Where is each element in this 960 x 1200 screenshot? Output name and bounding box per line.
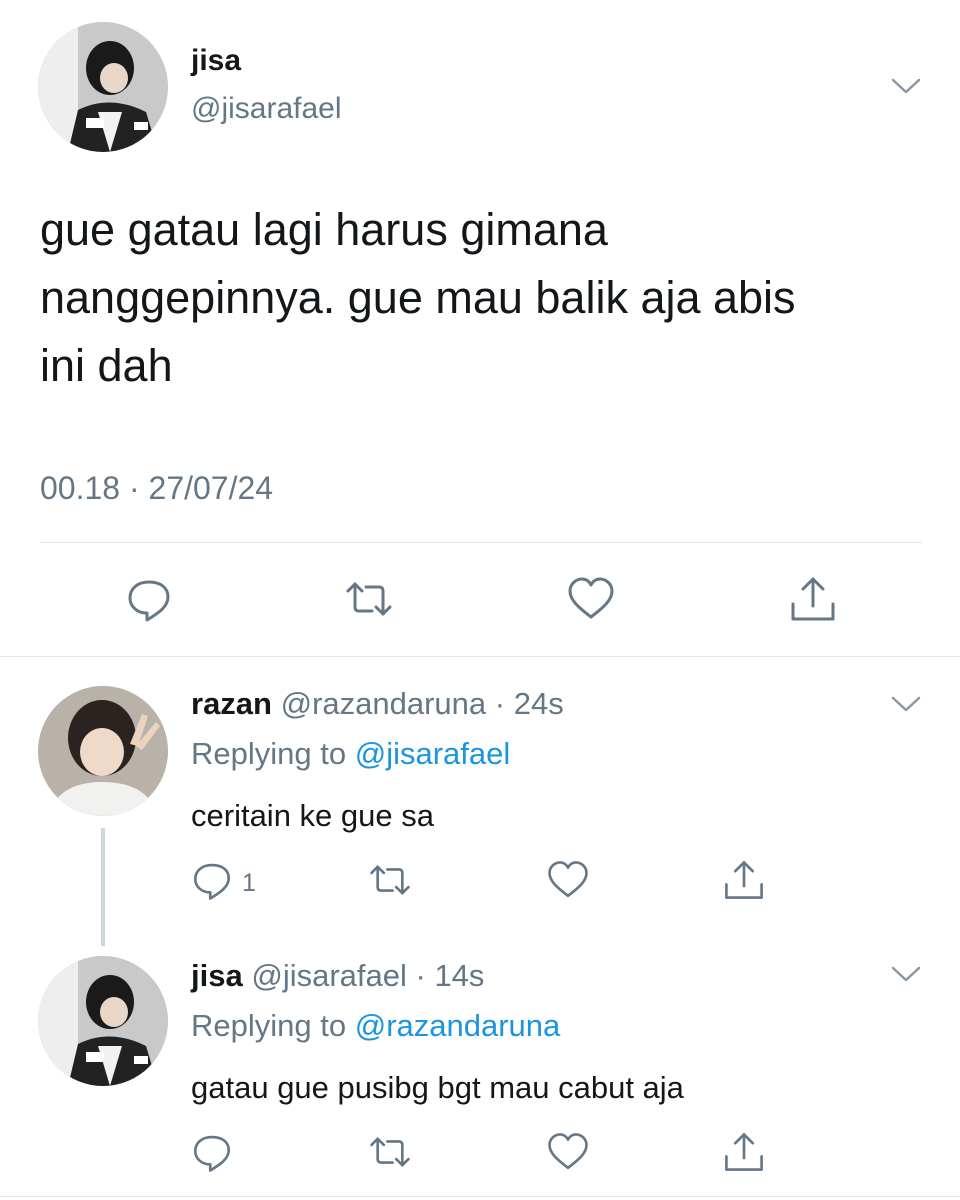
share-icon[interactable] — [722, 1130, 766, 1174]
retweet-icon[interactable] — [368, 1130, 412, 1174]
replying-to: Replying to @jisarafael — [191, 736, 510, 772]
author-handle[interactable]: @jisarafael — [251, 958, 407, 993]
reply-header: razan @razandaruna · 24s — [191, 686, 564, 722]
retweet-icon[interactable] — [344, 574, 394, 624]
reply-text: gatau gue pusibg bgt mau cabut aja — [191, 1070, 684, 1105]
author-name[interactable]: razan — [191, 686, 272, 721]
divider — [0, 656, 960, 657]
reply-icon[interactable] — [190, 858, 234, 902]
divider — [40, 542, 922, 543]
replying-to-label: Replying to — [191, 736, 355, 771]
replying-to-label: Replying to — [191, 1008, 355, 1043]
author-handle[interactable]: @razandaruna — [281, 686, 487, 721]
replying-to-handle[interactable]: @razandaruna — [355, 1008, 561, 1043]
tweet-text: gue gatau lagi harus gimana nanggepinnya… — [40, 196, 796, 400]
reply-time[interactable]: 24s — [514, 686, 564, 721]
author-handle[interactable]: @jisarafael — [191, 92, 342, 126]
tweet-text-line: ini dah — [40, 340, 173, 391]
retweet-icon[interactable] — [368, 858, 412, 902]
replying-to-handle[interactable]: @jisarafael — [355, 736, 511, 771]
separator-dot: · — [406, 958, 435, 993]
chevron-down-icon[interactable] — [890, 964, 922, 984]
share-icon[interactable] — [788, 574, 838, 624]
tweet-text-line: gue gatau lagi harus gimana — [40, 204, 608, 255]
tweet-text-line: nanggepinnya. gue mau balik aja abis — [40, 272, 796, 323]
replying-to: Replying to @razandaruna — [191, 1008, 560, 1044]
tweet-timestamp[interactable]: 00.18 · 27/07/24 — [40, 470, 273, 507]
author-name[interactable]: jisa — [191, 44, 241, 78]
thread-line — [101, 828, 105, 946]
divider — [0, 1196, 960, 1197]
avatar[interactable] — [38, 956, 168, 1086]
reply-icon[interactable] — [124, 574, 174, 624]
reply-icon[interactable] — [190, 1130, 234, 1174]
avatar[interactable] — [38, 686, 168, 816]
share-icon[interactable] — [722, 858, 766, 902]
reply-text: ceritain ke gue sa — [191, 798, 434, 833]
reply-time[interactable]: 14s — [434, 958, 484, 993]
reply-count: 1 — [242, 869, 256, 897]
like-icon[interactable] — [546, 858, 590, 902]
chevron-down-icon[interactable] — [890, 694, 922, 714]
like-icon[interactable] — [546, 1130, 590, 1174]
reply-header: jisa @jisarafael · 14s — [191, 958, 484, 994]
separator-dot: · — [486, 686, 514, 721]
chevron-down-icon[interactable] — [890, 76, 922, 96]
like-icon[interactable] — [566, 574, 616, 624]
avatar[interactable] — [38, 22, 168, 152]
author-name[interactable]: jisa — [191, 958, 243, 993]
